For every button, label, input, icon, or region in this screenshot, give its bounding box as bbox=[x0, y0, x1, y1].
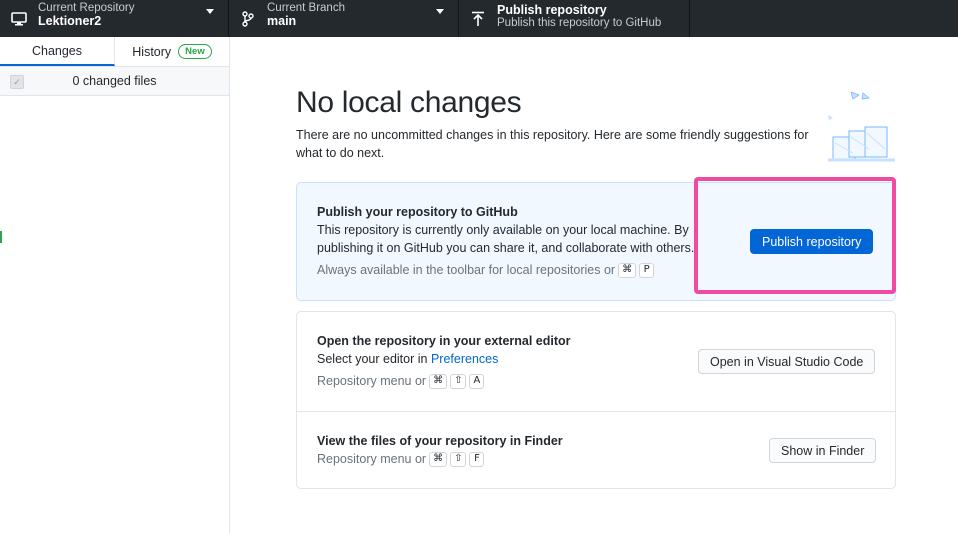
main-content: No local changes There are no uncommitte… bbox=[231, 37, 958, 533]
open-editor-desc-prefix: Select your editor in bbox=[317, 352, 428, 366]
sidebar: Changes History New ✓ 0 changed files bbox=[0, 37, 230, 533]
command-key-icon: ⌘ bbox=[618, 262, 637, 278]
card-divider bbox=[297, 411, 895, 412]
toolbar: Current Repository Lektioner2 Current Br… bbox=[0, 0, 958, 37]
key-f: F bbox=[469, 451, 485, 467]
window-edge-indicator bbox=[0, 231, 2, 243]
tab-changes-label: Changes bbox=[31, 43, 83, 58]
sidebar-tabs: Changes History New bbox=[0, 37, 229, 67]
open-editor-hint-text: Repository menu or bbox=[317, 374, 427, 388]
page-subtitle: There are no uncommitted changes in this… bbox=[296, 128, 809, 160]
current-repository-value: Lektioner2 bbox=[38, 13, 102, 28]
key-p: P bbox=[639, 262, 655, 278]
empty-state-illustration bbox=[823, 87, 903, 172]
current-repository-label: Current Repository bbox=[38, 1, 135, 14]
current-repository-dropdown[interactable]: Current Repository Lektioner2 bbox=[0, 0, 229, 37]
open-editor-title: Open the repository in your external edi… bbox=[317, 334, 571, 348]
publish-repository-toolbar-button[interactable]: Publish repository Publish this reposito… bbox=[459, 0, 690, 37]
publish-suggestion-card: Publish your repository to GitHub This r… bbox=[296, 182, 896, 301]
select-all-checkbox[interactable]: ✓ bbox=[10, 75, 24, 89]
open-in-vscode-button[interactable]: Open in Visual Studio Code bbox=[698, 349, 876, 374]
changed-files-header: ✓ 0 changed files bbox=[0, 67, 229, 96]
publish-hint-text: Always available in the toolbar for loca… bbox=[317, 263, 616, 277]
new-badge: New bbox=[178, 44, 212, 59]
current-branch-label: Current Branch bbox=[267, 1, 345, 14]
local-actions-card: Open the repository in your external edi… bbox=[296, 311, 896, 489]
publish-repository-desc: Publish this repository to GitHub bbox=[497, 16, 662, 29]
changed-files-count: 0 changed files bbox=[72, 74, 157, 88]
command-key-icon: ⌘ bbox=[429, 373, 448, 389]
tab-changes[interactable]: Changes bbox=[0, 37, 115, 66]
page-title: No local changes bbox=[296, 86, 522, 119]
show-in-finder-title: View the files of your repository in Fin… bbox=[317, 434, 563, 448]
tab-history-label: History bbox=[132, 44, 172, 59]
shift-key-icon: ⇧ bbox=[450, 373, 467, 389]
current-branch-dropdown[interactable]: Current Branch main bbox=[229, 0, 459, 37]
open-editor-desc: Select your editor in Preferences bbox=[317, 350, 707, 368]
publish-suggestion-title: Publish your repository to GitHub bbox=[317, 205, 518, 219]
tab-history[interactable]: History New bbox=[115, 37, 229, 66]
desktop-icon bbox=[10, 10, 28, 28]
publish-suggestion-hint: Always available in the toolbar for loca… bbox=[317, 261, 707, 279]
git-branch-icon bbox=[239, 10, 257, 28]
key-a: A bbox=[469, 373, 485, 389]
publish-suggestion: Publish your repository to GitHub This r… bbox=[317, 203, 707, 279]
chevron-down-icon bbox=[206, 9, 214, 14]
current-branch-value: main bbox=[267, 13, 297, 28]
show-in-finder-button[interactable]: Show in Finder bbox=[769, 438, 877, 463]
show-in-finder-hint-text: Repository menu or bbox=[317, 452, 427, 466]
publish-repository-title: Publish repository bbox=[497, 2, 607, 17]
shift-key-icon: ⇧ bbox=[450, 451, 467, 467]
open-editor-suggestion: Open the repository in your external edi… bbox=[317, 332, 707, 390]
preferences-link[interactable]: Preferences bbox=[431, 352, 498, 366]
show-in-finder-hint: Repository menu or ⌘ ⇧ F bbox=[317, 450, 563, 468]
command-key-icon: ⌘ bbox=[429, 451, 448, 467]
chevron-down-icon bbox=[436, 9, 444, 14]
upload-icon bbox=[469, 10, 487, 28]
publish-suggestion-desc: This repository is currently only availa… bbox=[317, 223, 695, 255]
publish-repository-button[interactable]: Publish repository bbox=[750, 229, 874, 254]
open-editor-hint: Repository menu or ⌘ ⇧ A bbox=[317, 372, 707, 390]
show-in-finder-suggestion: View the files of your repository in Fin… bbox=[317, 432, 563, 468]
